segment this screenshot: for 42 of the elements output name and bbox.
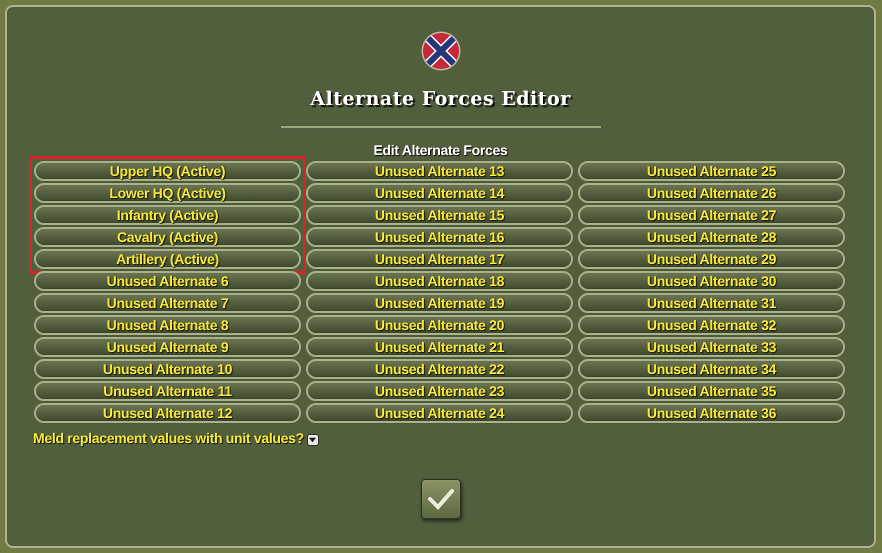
alternate-force-button[interactable]: Unused Alternate 11 bbox=[34, 381, 301, 401]
alternate-force-button[interactable]: Unused Alternate 9 bbox=[34, 337, 301, 357]
meld-option-label: Meld replacement values with unit values? bbox=[33, 430, 304, 446]
alternate-force-button[interactable]: Upper HQ (Active) bbox=[34, 161, 301, 181]
alternate-force-button[interactable]: Infantry (Active) bbox=[34, 205, 301, 225]
alternate-force-button[interactable]: Unused Alternate 12 bbox=[34, 403, 301, 423]
alternate-force-button[interactable]: Unused Alternate 24 bbox=[306, 403, 573, 423]
alternate-force-button[interactable]: Unused Alternate 23 bbox=[306, 381, 573, 401]
alternate-force-button[interactable]: Unused Alternate 31 bbox=[578, 293, 845, 313]
alternate-force-button[interactable]: Unused Alternate 22 bbox=[306, 359, 573, 379]
alternate-force-button[interactable]: Unused Alternate 25 bbox=[578, 161, 845, 181]
alternate-force-button[interactable]: Unused Alternate 28 bbox=[578, 227, 845, 247]
alternate-force-button[interactable]: Unused Alternate 32 bbox=[578, 315, 845, 335]
alternate-force-button[interactable]: Unused Alternate 21 bbox=[306, 337, 573, 357]
alternate-force-button[interactable]: Lower HQ (Active) bbox=[34, 183, 301, 203]
ok-button[interactable] bbox=[420, 479, 460, 519]
dialog-title: Alternate Forces Editor bbox=[310, 88, 571, 110]
alternate-force-button[interactable]: Cavalry (Active) bbox=[34, 227, 301, 247]
alternate-force-button[interactable]: Unused Alternate 6 bbox=[34, 271, 301, 291]
alternate-force-button[interactable]: Unused Alternate 8 bbox=[34, 315, 301, 335]
meld-checkbox[interactable] bbox=[306, 434, 319, 446]
alternate-force-button[interactable]: Unused Alternate 19 bbox=[306, 293, 573, 313]
alternate-force-button[interactable]: Unused Alternate 30 bbox=[578, 271, 845, 291]
alternate-force-button[interactable]: Unused Alternate 27 bbox=[578, 205, 845, 225]
section-title: Edit Alternate Forces bbox=[374, 142, 508, 158]
alternate-force-button[interactable]: Unused Alternate 15 bbox=[306, 205, 573, 225]
flag-emblem-icon bbox=[420, 31, 460, 71]
alternate-force-button[interactable]: Artillery (Active) bbox=[34, 249, 301, 269]
alternate-force-button[interactable]: Unused Alternate 16 bbox=[306, 227, 573, 247]
alternate-force-button[interactable]: Unused Alternate 10 bbox=[34, 359, 301, 379]
alternate-force-button[interactable]: Unused Alternate 35 bbox=[578, 381, 845, 401]
alternate-force-button[interactable]: Unused Alternate 7 bbox=[34, 293, 301, 313]
alternate-force-button[interactable]: Unused Alternate 18 bbox=[306, 271, 573, 291]
alternate-force-button[interactable]: Unused Alternate 14 bbox=[306, 183, 573, 203]
alternate-force-button[interactable]: Unused Alternate 33 bbox=[578, 337, 845, 357]
alternate-force-button[interactable]: Unused Alternate 13 bbox=[306, 161, 573, 181]
alternate-force-button[interactable]: Unused Alternate 34 bbox=[578, 359, 845, 379]
alternate-force-button[interactable]: Unused Alternate 26 bbox=[578, 183, 845, 203]
alternate-force-button[interactable]: Unused Alternate 29 bbox=[578, 249, 845, 269]
alternate-force-button[interactable]: Unused Alternate 36 bbox=[578, 403, 845, 423]
alternate-force-button[interactable]: Unused Alternate 20 bbox=[306, 315, 573, 335]
alternate-force-button[interactable]: Unused Alternate 17 bbox=[306, 249, 573, 269]
